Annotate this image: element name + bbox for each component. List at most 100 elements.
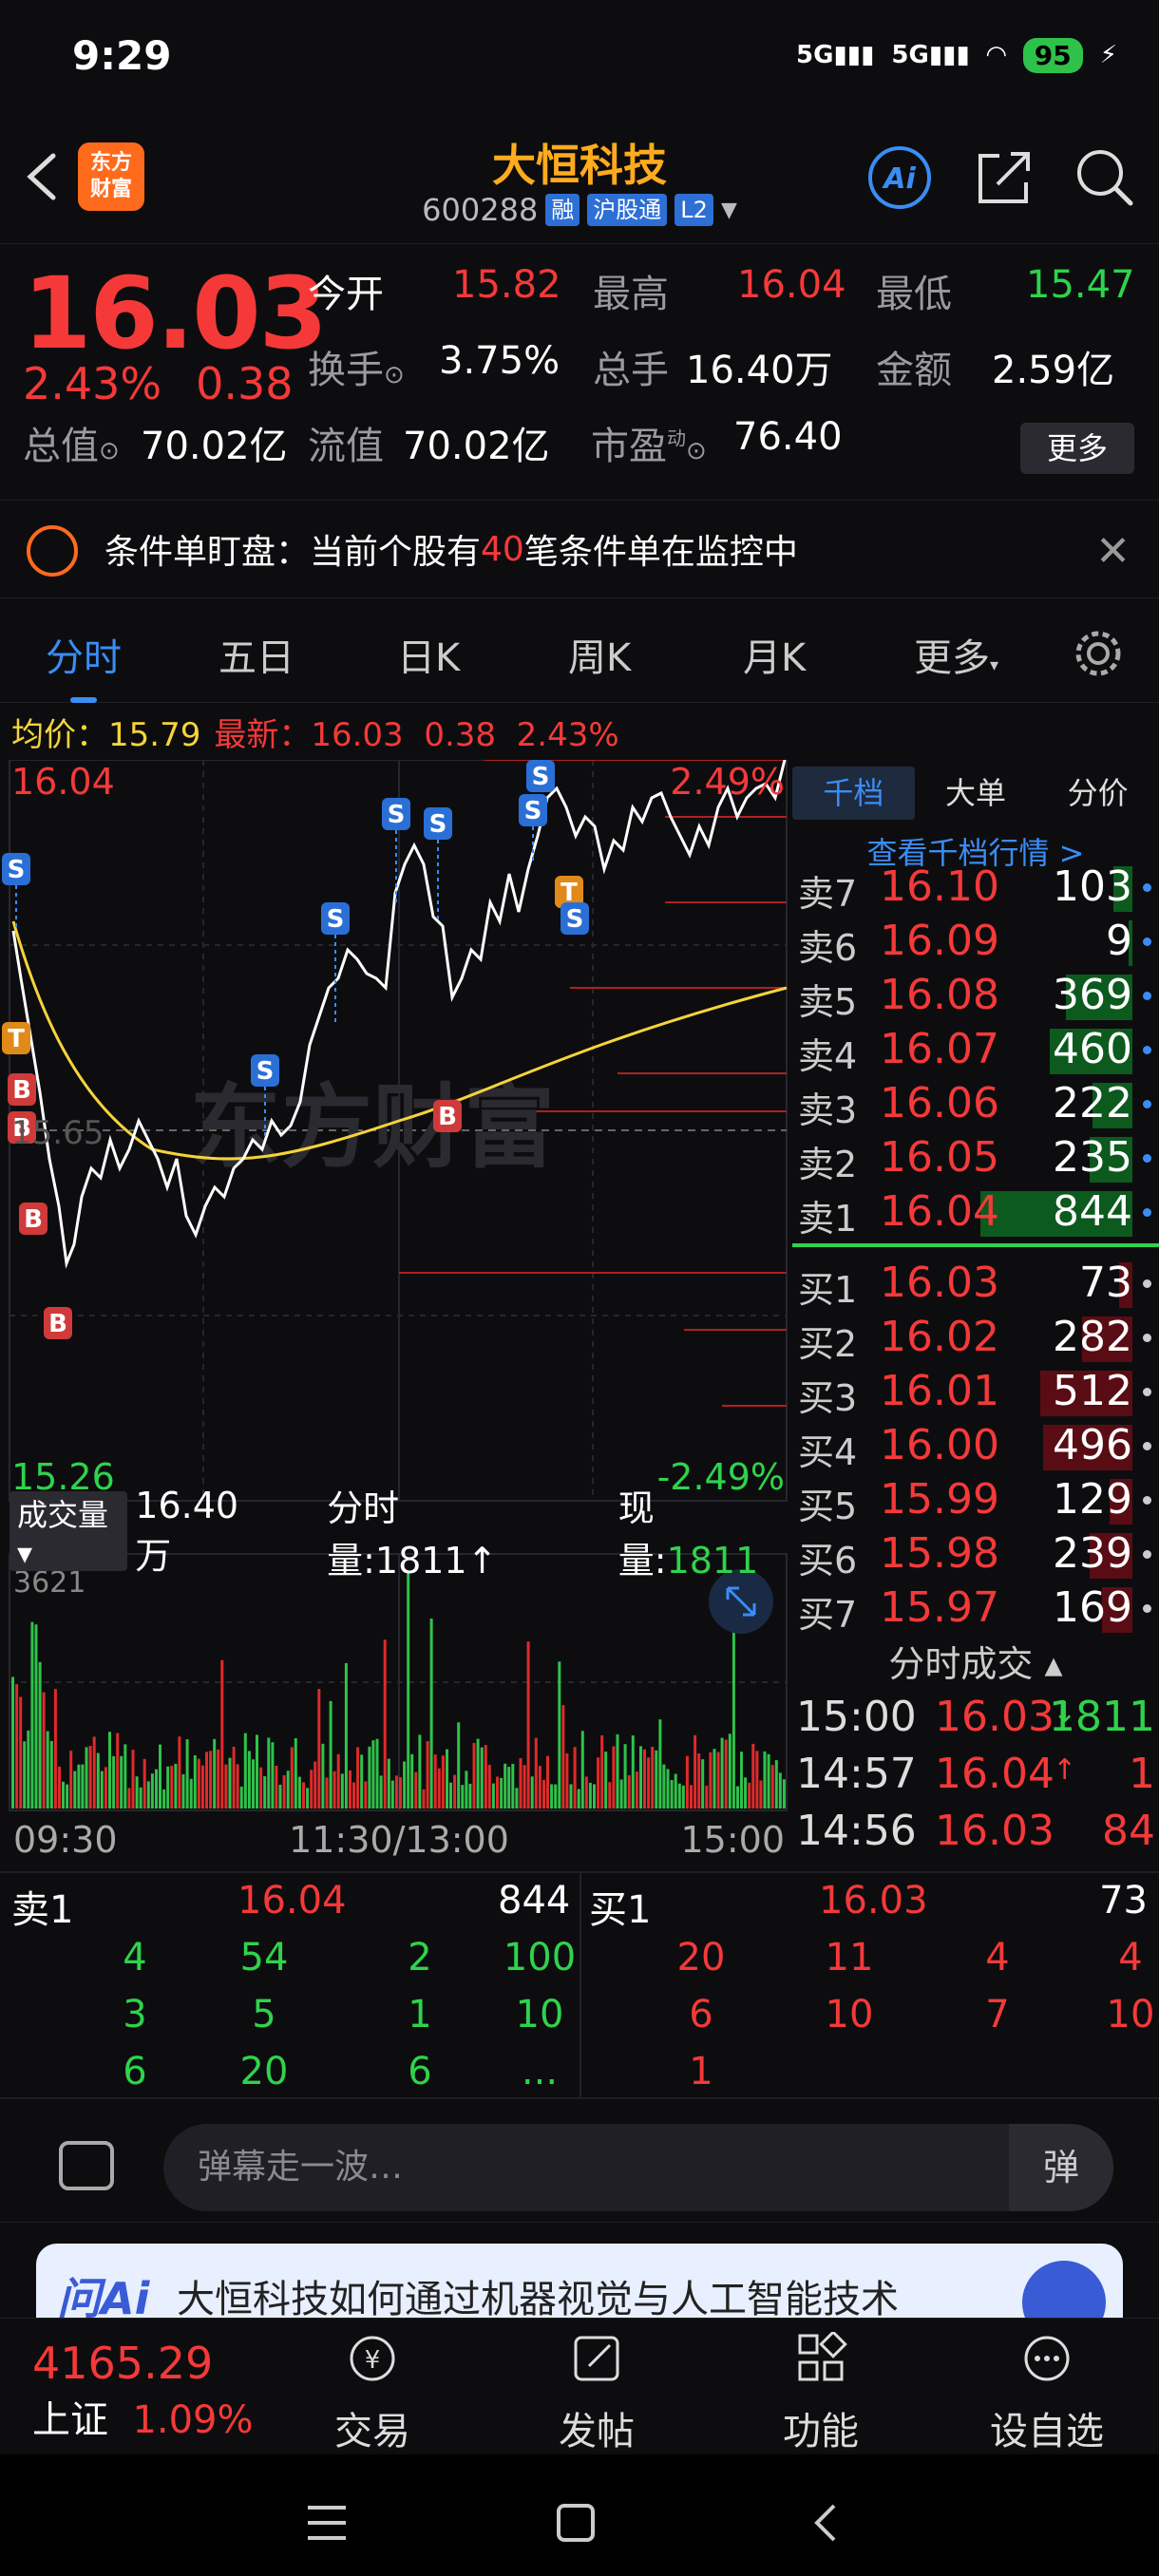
volume-bar [239,1786,243,1809]
ask-row[interactable]: 卖7 16.10 103 [792,861,1159,915]
tab-large-orders[interactable]: 大单 [915,767,1037,820]
volume-bar [414,1771,418,1809]
intraday-chart[interactable]: 东方财富 S S S S S S S T S T B B B B B 16.04… [0,759,790,1871]
volume-bar [732,1620,735,1809]
tab-week-k[interactable]: 周K [568,627,631,682]
queue-cell: 20 [239,2050,289,2093]
bid-row[interactable]: 买2 16.02 282 [792,1311,1159,1365]
danmaku-toggle-button[interactable]: 弹 [1009,2124,1113,2211]
tab-intraday[interactable]: 分时 [46,627,122,703]
volume-bar [263,1776,267,1809]
volume-bar [360,1754,364,1809]
tab-5day[interactable]: 五日 [218,627,294,682]
pe-value: 76.40 [733,415,843,459]
more-button[interactable]: 更多 [1020,423,1134,474]
sell-marker: S [424,807,452,840]
volume-bar [213,1738,217,1809]
bid-row[interactable]: 买7 15.97 169 [792,1582,1159,1636]
ask-price: 16.04 [880,1187,999,1236]
low-value: 15.47 [1026,263,1135,307]
home-icon[interactable] [555,2502,597,2544]
volume-bar [748,1782,751,1809]
gear-icon[interactable] [1072,627,1125,680]
volume-dropdown[interactable]: 成交量▾ [10,1491,128,1571]
ask-row[interactable]: 卖6 16.09 9 [792,915,1159,969]
bid-row[interactable]: 买3 16.01 512 [792,1365,1159,1419]
volume-bar [651,1747,655,1809]
tab-depth[interactable]: 千档 [792,767,915,820]
ask-row[interactable]: 卖2 16.05 235 [792,1131,1159,1185]
ask-row[interactable]: 卖3 16.06 222 [792,1077,1159,1131]
volume-bar [379,1775,383,1809]
tab-more[interactable]: 更多▾ [914,627,998,682]
volume-bar [124,1744,127,1809]
volume-bar [166,1766,170,1809]
volume-bar [96,1752,100,1809]
volume-bar [108,1732,111,1809]
search-icon[interactable] [1072,144,1138,211]
volume-bar [297,1776,301,1809]
volume-bar [534,1737,538,1809]
bid-row[interactable]: 买6 15.98 239 [792,1527,1159,1582]
volume-bar [189,1778,193,1809]
bid-row[interactable]: 买1 16.03 73 [792,1257,1159,1311]
menu-icon[interactable] [306,2502,348,2544]
index-quote[interactable]: 4165.29 上证 1.09% [32,2338,254,2444]
close-icon[interactable]: ✕ [1095,527,1130,576]
volume-bar [403,1761,407,1809]
ai-icon[interactable]: Ai [866,144,933,211]
volume-bar [515,1788,519,1809]
volume-bar [286,1771,290,1809]
nav-functions[interactable]: 功能 [745,2330,897,2455]
bid-price: 15.97 [880,1583,999,1632]
l2-tag: L2 [674,194,713,226]
volume-bar [256,1734,258,1809]
volume-bar [569,1784,573,1809]
nav-trade[interactable]: ¥ 交易 [296,2332,448,2455]
turnover-label[interactable]: 换手⊙ [308,339,405,394]
volume-bar [697,1753,701,1809]
ask-row[interactable]: 卖1 16.04 844 [792,1185,1159,1240]
danmaku-input[interactable]: 弹幕走一波… [163,2124,1113,2211]
nav-watchlist[interactable]: 设自选 [971,2332,1123,2455]
ask-row[interactable]: 卖4 16.07 460 [792,1023,1159,1077]
bid-level: 买3 [798,1377,858,1419]
volume-value: 16.40万 [686,349,833,392]
tab-price-distribution[interactable]: 分价 [1036,767,1159,820]
volume-bar [655,1750,658,1809]
bid-row[interactable]: 买5 15.99 129 [792,1473,1159,1527]
status-icons: 5G▮▮▮ 5G▮▮▮ ◠ 95 ⚡ [796,37,1117,73]
back-icon[interactable] [806,2502,847,2544]
mktcap-label[interactable]: 总值⊙ [23,415,120,470]
bid-row[interactable]: 买4 16.00 496 [792,1419,1159,1473]
svg-text:B: B [24,1205,43,1234]
volume-bar [27,1730,30,1809]
sell-marker: S [526,760,555,792]
ask-price: 16.05 [880,1133,999,1182]
volume-bar [66,1784,69,1809]
margin-tag: 融 [545,194,580,226]
trade-volume: 1 [1129,1750,1155,1798]
bid-level: 买1 [798,1269,858,1311]
share-icon[interactable] [971,144,1037,211]
volume-bar [647,1757,651,1809]
volume-bar [600,1735,604,1809]
nav-post[interactable]: 发帖 [521,2332,673,2455]
volume-bar [349,1770,352,1809]
volume-bar [371,1740,375,1809]
volume-bar [394,1775,398,1809]
volume-bar [364,1781,368,1809]
tick-trades-title[interactable]: 分时成交 ▴ [792,1636,1159,1693]
sell-marker: S [2,853,30,885]
ask-volume: 9 [1106,917,1132,965]
condition-order-alert[interactable]: 条件单盯盘：当前个股有 40 笔条件单在监控中 ✕ [0,500,1159,598]
ask-level: 卖2 [798,1144,858,1185]
status-dot [1143,992,1151,1000]
danmaku-settings-icon[interactable] [59,2141,114,2190]
ai-banner-text: 大恒科技如何通过机器视觉与人工智能技术 [177,2278,899,2318]
ask-row[interactable]: 卖5 16.08 369 [792,969,1159,1023]
ai-banner[interactable]: 问Ai 大恒科技如何通过机器视觉与人工智能技术 [0,2223,1159,2318]
tab-day-k[interactable]: 日K [397,627,460,682]
tab-month-k[interactable]: 月K [743,627,806,682]
pe-label[interactable]: 市盈动⊙ [591,415,707,470]
